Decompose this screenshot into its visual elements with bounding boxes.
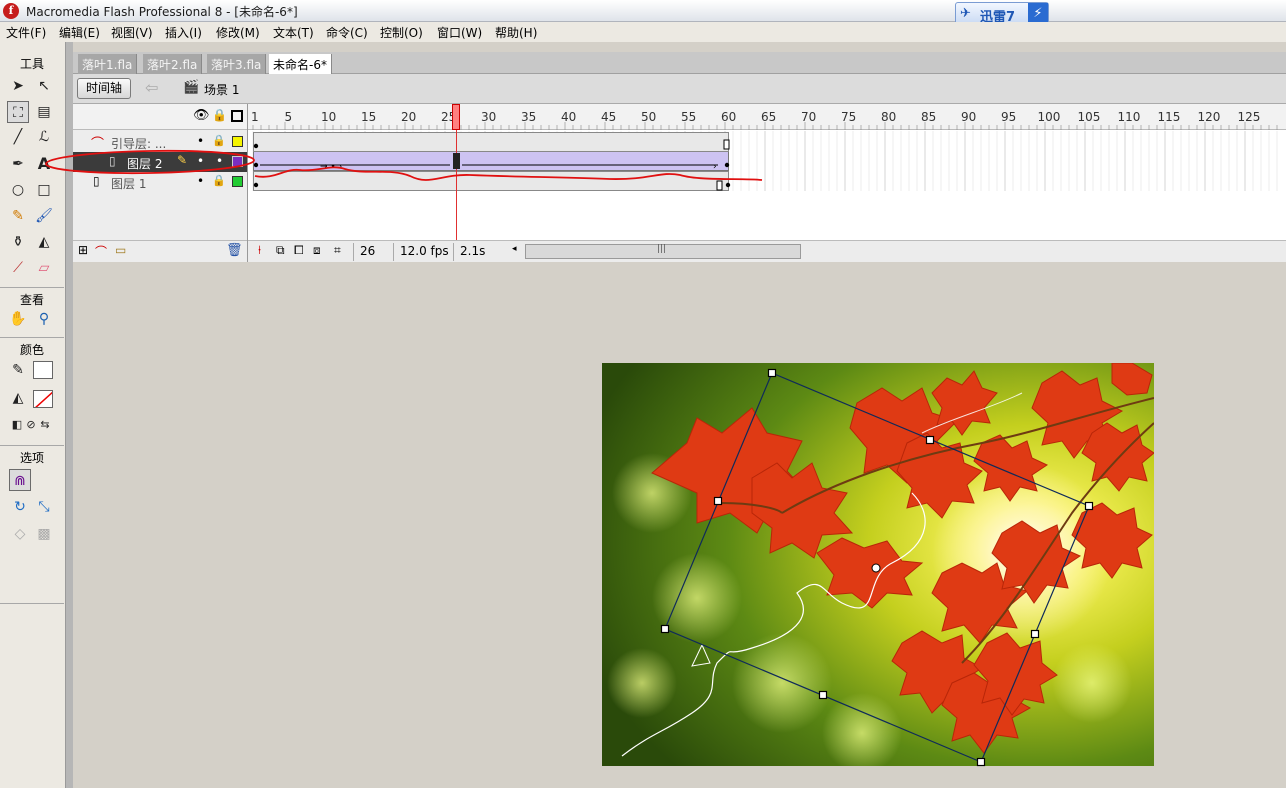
red-annotation-underline — [254, 166, 763, 181]
handle-bottom-left[interactable] — [660, 624, 670, 634]
handle-right[interactable] — [1030, 629, 1040, 639]
overlay-layer — [45, 149, 1094, 767]
handle-top[interactable] — [925, 435, 935, 445]
handle-top-left[interactable] — [767, 368, 777, 378]
handle-top-right[interactable] — [1084, 501, 1094, 511]
handle-left[interactable] — [713, 496, 723, 506]
handle-bottom[interactable] — [818, 690, 828, 700]
transform-center-point[interactable] — [871, 563, 881, 573]
red-annotation-ellipse — [45, 149, 255, 175]
handle-bottom-right[interactable] — [976, 757, 986, 767]
